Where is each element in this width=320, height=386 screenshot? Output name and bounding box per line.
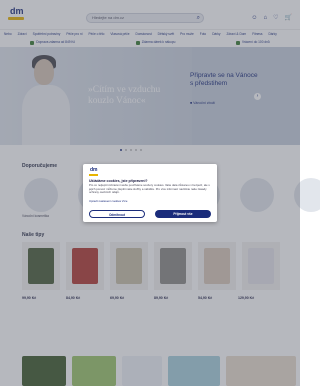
cookie-settings-link[interactable]: Upravit nastavení cookies Více xyxy=(89,199,127,203)
reject-button[interactable]: Odmítnout xyxy=(89,210,145,218)
accept-all-button[interactable]: Přijmout vše xyxy=(155,210,211,218)
modal-body: Pro co nejlepší zobrazení webu používáme… xyxy=(89,183,210,195)
modal-logo-text: dm xyxy=(90,167,98,173)
cookie-modal: dm Ukládáme cookies, jste připraveni? Pr… xyxy=(83,164,217,222)
page: dm Hledejte na dm.cz ⌕ ☺ ⌂ ♡ 🛒 Nebo Zdrav… xyxy=(0,0,320,386)
modal-logo: dm xyxy=(89,167,98,176)
